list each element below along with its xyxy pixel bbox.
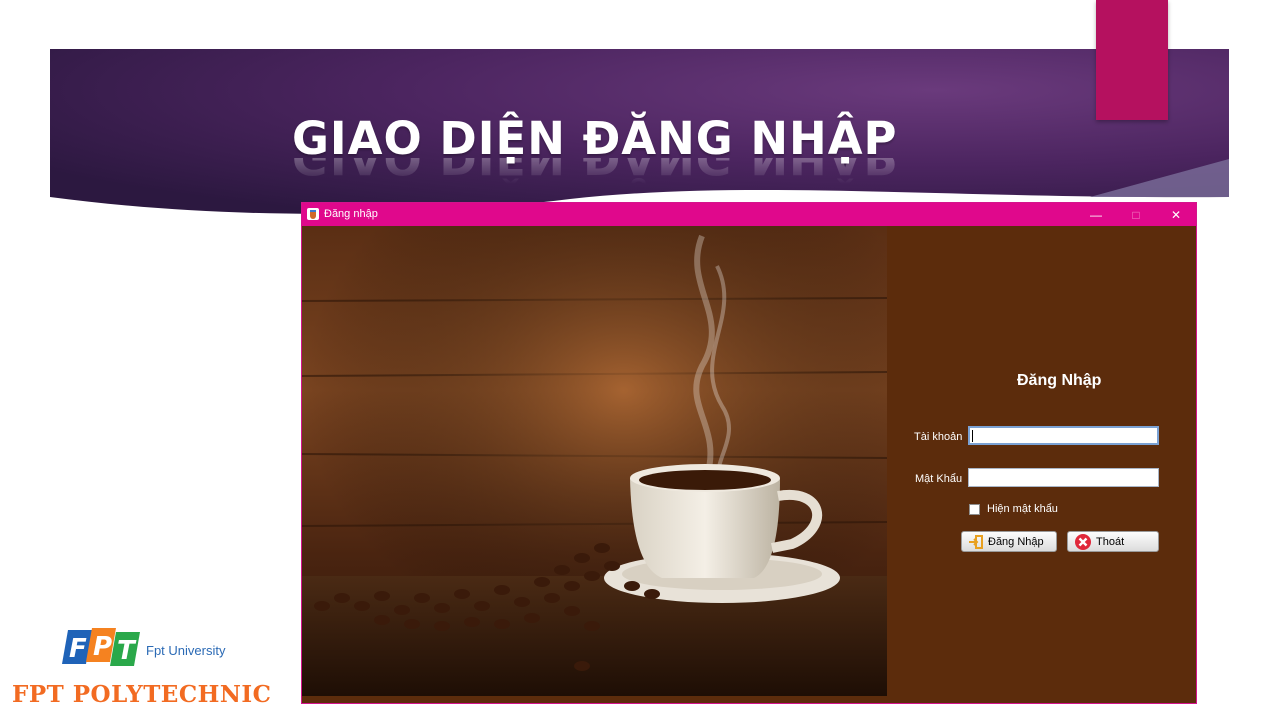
fpt-polytechnic-text: FPT POLYTECHNIC <box>12 681 272 708</box>
fpt-letter-t: T <box>117 636 137 666</box>
fpt-letter-f: F <box>69 634 87 664</box>
close-icon[interactable]: ✕ <box>1156 203 1196 226</box>
password-input[interactable] <box>968 468 1159 487</box>
text-caret <box>972 430 973 442</box>
app-icon <box>307 208 319 220</box>
window-title: Đăng nhập <box>324 208 378 220</box>
fpt-logo: F P T <box>62 624 142 673</box>
exit-button-label: Thoát <box>1096 535 1125 548</box>
password-label: Mật Khẩu <box>915 473 963 485</box>
username-input[interactable] <box>968 426 1159 445</box>
form-heading: Đăng Nhập <box>1017 372 1102 389</box>
login-arrow-icon <box>969 534 983 549</box>
maximize-icon[interactable]: □ <box>1116 203 1156 226</box>
login-panel: Đăng Nhập Tài khoản Mật Khẩu Hiện mật kh… <box>887 226 1196 696</box>
fpt-university-text: Fpt University <box>146 643 226 658</box>
login-button[interactable]: Đăng Nhập <box>961 531 1057 552</box>
login-button-label: Đăng Nhập <box>988 535 1044 548</box>
login-window: Đăng nhập — □ ✕ Đăng Nhập Tài khoản Mật … <box>301 202 1197 704</box>
minimize-icon[interactable]: — <box>1076 203 1116 226</box>
fpt-letter-p: P <box>93 632 112 662</box>
slide-title-reflection: GIAO DIỆN ĐĂNG NHẬP <box>292 158 898 184</box>
window-titlebar[interactable]: Đăng nhập — □ ✕ <box>302 203 1196 226</box>
exit-x-icon <box>1075 533 1091 550</box>
show-password-label[interactable]: Hiện mật khẩu <box>987 503 1058 515</box>
show-password-checkbox[interactable] <box>969 504 980 515</box>
coffee-image <box>302 226 887 696</box>
accent-tab <box>1096 0 1168 120</box>
username-label: Tài khoản <box>914 431 963 443</box>
exit-button[interactable]: Thoát <box>1067 531 1159 552</box>
